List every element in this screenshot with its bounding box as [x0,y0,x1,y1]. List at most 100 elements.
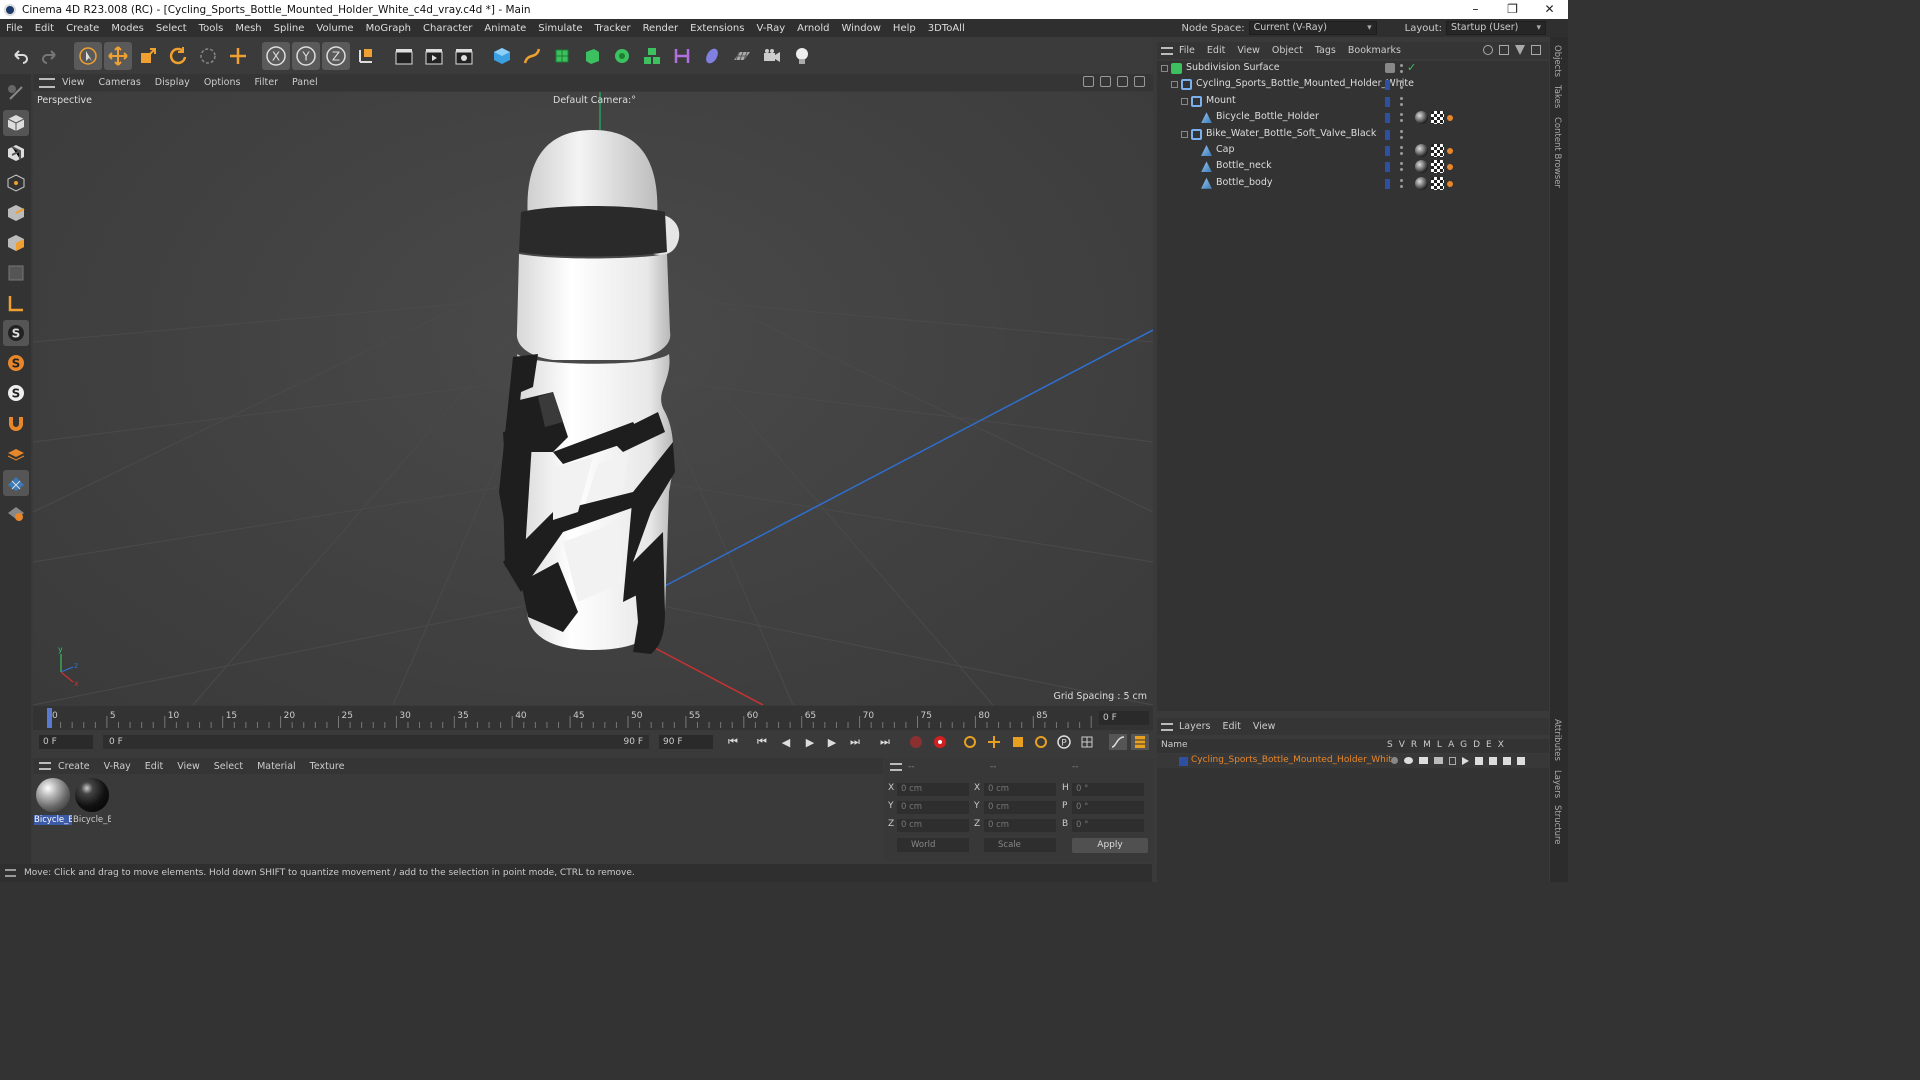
material-menu-texture[interactable]: Texture [303,761,352,772]
object-row[interactable]: Cap [1157,143,1549,159]
om-menu-bookmarks[interactable]: Bookmarks [1342,45,1407,56]
menu-mesh[interactable]: Mesh [229,23,267,34]
material-tag-icon[interactable] [1415,160,1428,174]
filter-icon[interactable] [1515,45,1525,55]
y-axis-lock-button[interactable]: Y [292,41,320,70]
viewport-hamburger-icon[interactable] [39,77,55,88]
object-row[interactable]: Bottle_neck [1157,159,1549,175]
pan-view-icon[interactable] [1083,76,1094,87]
object-row[interactable]: Cycling_Sports_Bottle_Mounted_Holder_Whi… [1157,77,1549,93]
visibility-dots-icon[interactable] [1400,161,1403,173]
menu-arnold[interactable]: Arnold [791,23,835,34]
frame-range-slider[interactable]: 0 F 90 F [103,735,649,749]
polygons-mode-button[interactable] [3,230,29,256]
coordinate-space-dropdown[interactable]: World [897,838,969,852]
previous-key-button[interactable]: ⏮ [753,734,771,750]
dope-sheet-button[interactable] [1131,734,1149,750]
object-row[interactable]: Bottle_body [1157,176,1549,192]
x-axis-lock-button[interactable]: X [262,41,290,70]
go-to-end-button[interactable]: ⏭ [876,734,894,750]
material-menu-create[interactable]: Create [51,761,97,772]
tab-objects[interactable]: Objects [1552,45,1562,77]
material-swatch[interactable]: Bicycle_B [34,778,72,825]
material-swatch[interactable]: Bicycle_E [73,778,111,825]
field-button[interactable] [698,42,726,70]
next-key-button[interactable]: ⏭ [846,734,864,750]
menu-mograph[interactable]: MoGraph [360,23,417,34]
viewport-menu-view[interactable]: View [55,77,92,88]
key-parameter-button[interactable]: P [1055,734,1073,750]
perspective-viewport[interactable]: y x z Perspective Default Camera:° Grid … [33,92,1153,705]
menu-select[interactable]: Select [150,23,193,34]
texture-mode-button[interactable] [3,140,29,166]
layer-plane-button[interactable] [3,440,29,466]
layer-color-icon[interactable] [1385,96,1390,107]
layer-color-icon[interactable] [1385,80,1390,91]
apply-button[interactable]: Apply [1072,838,1148,853]
menu-simulate[interactable]: Simulate [532,23,588,34]
current-frame-field[interactable]: 0 F [1099,711,1149,725]
solo-icon[interactable] [1391,757,1398,764]
layers-menu-layers[interactable]: Layers [1173,721,1216,732]
layer-color-icon[interactable] [1385,146,1390,156]
layers-menu-edit[interactable]: Edit [1216,721,1246,732]
object-name[interactable]: Bottle_body [1216,177,1273,188]
grid-settings-button[interactable] [3,500,29,526]
camera-button[interactable] [758,42,786,70]
previous-frame-button[interactable]: ◀ [777,734,795,750]
object-name[interactable]: Subdivision Surface [1186,62,1280,73]
key-scale-button[interactable] [1009,734,1027,750]
layer-color-icon[interactable] [1385,178,1390,189]
orbit-view-icon[interactable] [1117,76,1128,87]
tab-structure[interactable]: Structure [1552,805,1562,845]
visibility-dots-icon[interactable] [1400,129,1403,141]
layer-name[interactable]: Cycling_Sports_Bottle_Mounted_Holder_Whi… [1191,755,1397,765]
visibility-dots-icon[interactable] [1400,178,1403,190]
render-picture-viewer-button[interactable] [420,42,448,70]
edges-mode-button[interactable] [3,200,29,226]
tab-content-browser[interactable]: Content Browser [1552,117,1562,188]
texture-tag-icon[interactable] [1431,144,1444,157]
render-settings-button[interactable] [450,42,478,70]
menu-render[interactable]: Render [637,23,685,34]
viewport-camera-label[interactable]: Default Camera:° [553,95,636,106]
magnet-button[interactable] [3,410,29,436]
pen-spline-button[interactable] [518,42,546,70]
new-window-icon[interactable] [1531,45,1541,55]
enabled-check-icon[interactable]: ✓ [1407,61,1416,74]
object-name[interactable]: Bicycle_Bottle_Holder [1216,111,1319,122]
xref-icon[interactable] [1517,757,1525,765]
position-y-field[interactable]: 0 cm [897,801,969,814]
manager-icon[interactable] [1434,757,1443,764]
menu-window[interactable]: Window [835,23,886,34]
recent-tools-button[interactable] [194,42,222,70]
live-selection-button[interactable] [74,41,102,70]
render-icon[interactable] [1419,757,1428,764]
visible-eye-icon[interactable] [1404,757,1413,764]
tab-takes[interactable]: Takes [1552,85,1562,108]
quantize-button[interactable]: S [3,380,29,406]
coordinate-system-button[interactable] [352,42,380,70]
play-button[interactable]: ▶ [801,734,819,750]
menu-spline[interactable]: Spline [268,23,311,34]
texture-tag-icon[interactable] [1431,111,1444,125]
om-menu-object[interactable]: Object [1266,45,1309,56]
key-position-button[interactable] [985,734,1003,750]
make-editable-button[interactable] [3,80,29,106]
layer-color-swatch[interactable] [1179,757,1188,766]
minimize-button[interactable]: – [1457,0,1494,19]
menu-volume[interactable]: Volume [310,23,359,34]
material-menu-material[interactable]: Material [250,761,303,772]
move-tool-button[interactable] [104,41,132,70]
material-hamburger-icon[interactable] [39,762,51,770]
extrude-button[interactable] [578,42,606,70]
coordinates-hamburger-icon[interactable] [890,763,902,771]
rotation-p-field[interactable]: 0 ° [1072,801,1144,814]
cube-button[interactable] [488,42,516,70]
cloner-button[interactable] [608,42,636,70]
texture-tag-icon[interactable] [1431,176,1444,190]
om-menu-view[interactable]: View [1231,45,1266,56]
rotate-tool-button[interactable] [164,42,192,70]
expand-toggle-icon[interactable] [1181,97,1188,105]
timeline-mode-button[interactable] [1109,734,1127,750]
